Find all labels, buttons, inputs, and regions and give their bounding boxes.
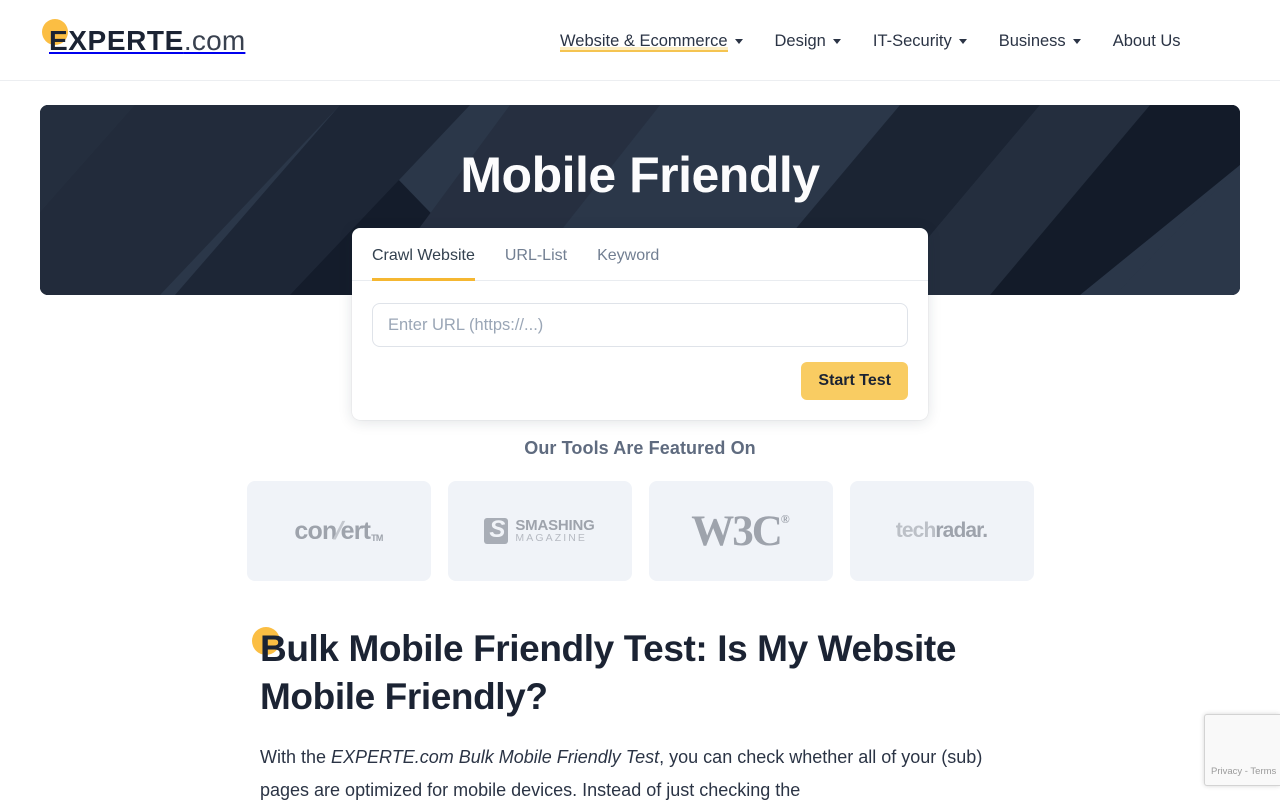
chevron-down-icon xyxy=(959,39,967,44)
featured-logo-w3c: W3C® xyxy=(649,481,833,581)
smashing-line2: MAGAZINE xyxy=(515,533,594,544)
recaptcha-privacy-terms[interactable]: Privacy - Terms xyxy=(1211,766,1276,777)
paragraph-text-start: With the xyxy=(260,747,331,767)
chevron-down-icon xyxy=(1073,39,1081,44)
tab-url-list[interactable]: URL-List xyxy=(505,246,567,281)
techradar-logo: techradar. xyxy=(896,519,987,543)
tab-keyword[interactable]: Keyword xyxy=(597,246,659,281)
site-logo[interactable]: EXPERTE.com xyxy=(40,19,245,63)
chevron-down-icon xyxy=(735,39,743,44)
form-body: Start Test xyxy=(352,281,928,420)
featured-logo-smashing-magazine: SMASHING MAGAZINE xyxy=(448,481,632,581)
logo-text: EXPERTE.com xyxy=(40,19,245,63)
article-section: Bulk Mobile Friendly Test: Is My Website… xyxy=(260,625,1020,807)
hero-title: Mobile Friendly xyxy=(40,145,1240,205)
paragraph-emphasis: EXPERTE.com Bulk Mobile Friendly Test xyxy=(331,747,659,767)
tab-crawl-website[interactable]: Crawl Website xyxy=(372,246,475,281)
techradar-part2: radar. xyxy=(935,519,987,542)
w3c-registered-icon: ® xyxy=(781,513,790,525)
w3c-logo-text: W3C xyxy=(691,510,781,553)
featured-logo-row: con/ertTM SMASHING MAGAZINE W3C® techrad… xyxy=(0,481,1280,581)
site-header: EXPERTE.com Website & Ecommerce Design I… xyxy=(0,0,1280,81)
form-tabs: Crawl Website URL-List Keyword xyxy=(352,228,928,281)
smashing-text: SMASHING MAGAZINE xyxy=(515,518,594,545)
article-intro-paragraph: With the EXPERTE.com Bulk Mobile Friendl… xyxy=(260,741,1020,807)
nav-item-business[interactable]: Business xyxy=(999,26,1081,56)
nav-label: Website & Ecommerce xyxy=(560,30,728,52)
logo-text-bold: EXPERTE xyxy=(49,25,184,56)
smashing-magazine-logo: SMASHING MAGAZINE xyxy=(484,518,594,545)
test-form-card: Crawl Website URL-List Keyword Start Tes… xyxy=(352,228,928,420)
convert-trademark: TM xyxy=(371,533,382,543)
smashing-line1: SMASHING xyxy=(515,518,594,534)
nav-label: About Us xyxy=(1113,30,1181,52)
techradar-part1: tech xyxy=(896,519,936,542)
featured-logo-techradar: techradar. xyxy=(850,481,1034,581)
w3c-logo: W3C® xyxy=(691,510,790,553)
nav-item-website-ecommerce[interactable]: Website & Ecommerce xyxy=(560,26,743,56)
nav-item-about-us[interactable]: About Us xyxy=(1113,26,1181,56)
nav-item-it-security[interactable]: IT-Security xyxy=(873,26,967,56)
page-title: Bulk Mobile Friendly Test: Is My Website… xyxy=(260,625,1020,721)
nav-label: Design xyxy=(775,30,826,52)
chevron-down-icon xyxy=(833,39,841,44)
main-navigation: Website & Ecommerce Design IT-Security B… xyxy=(560,0,1181,81)
start-test-button[interactable]: Start Test xyxy=(801,362,908,400)
nav-item-design[interactable]: Design xyxy=(775,26,841,56)
featured-on-title: Our Tools Are Featured On xyxy=(0,438,1280,459)
convert-logo: con/ertTM xyxy=(294,517,382,546)
logo-text-light: .com xyxy=(184,25,245,56)
heading-wrapper: Bulk Mobile Friendly Test: Is My Website… xyxy=(260,625,1020,721)
nav-label: IT-Security xyxy=(873,30,952,52)
smashing-mark-icon xyxy=(484,518,508,544)
nav-label: Business xyxy=(999,30,1066,52)
url-input[interactable] xyxy=(372,303,908,347)
convert-logo-text-a: con xyxy=(294,517,336,546)
convert-logo-text-b: ert xyxy=(341,517,371,546)
recaptcha-badge[interactable]: Privacy - Terms xyxy=(1204,714,1280,786)
featured-logo-convert: con/ertTM xyxy=(247,481,431,581)
form-actions: Start Test xyxy=(372,362,908,400)
featured-on-section: Our Tools Are Featured On con/ertTM SMAS… xyxy=(0,438,1280,581)
